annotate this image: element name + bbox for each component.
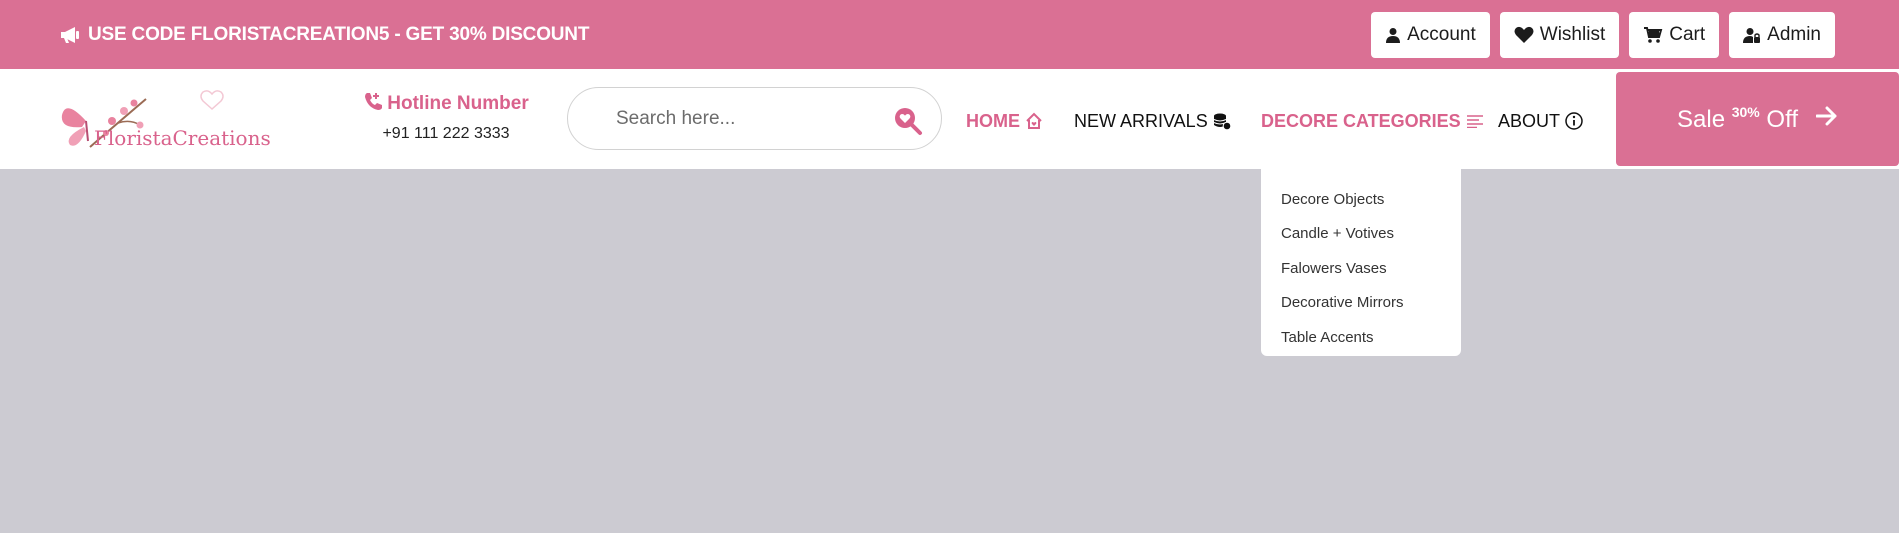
nav-about[interactable]: ABOUT <box>1498 109 1583 133</box>
info-icon <box>1565 112 1583 130</box>
megaphone-icon <box>60 26 82 44</box>
sale-button[interactable]: Sale 30% Off <box>1616 72 1899 166</box>
promo-bar: USE CODE FLORISTACREATION5 - GET 30% DIS… <box>0 0 1899 69</box>
home-icon <box>1025 112 1043 130</box>
cart-button[interactable]: Cart <box>1629 12 1720 58</box>
dropdown-item-decore-objects[interactable]: Decore Objects <box>1261 182 1461 217</box>
search-heart-icon <box>893 108 923 140</box>
admin-user-icon <box>1743 27 1761 44</box>
account-button[interactable]: Account <box>1371 12 1490 58</box>
hotline-number[interactable]: +91 111 222 3333 <box>362 125 530 143</box>
promo-text: USE CODE FLORISTACREATION5 - GET 30% DIS… <box>88 24 590 45</box>
search-bar <box>567 87 942 150</box>
decore-categories-dropdown: Decore Objects Candle + Votives Falowers… <box>1261 169 1461 356</box>
search-button[interactable] <box>893 106 923 136</box>
heart-icon <box>1514 26 1534 44</box>
dropdown-item-flowers-vases[interactable]: Falowers Vases <box>1261 251 1461 286</box>
hotline-block: Hotline Number +91 111 222 3333 <box>362 91 530 143</box>
arrow-right-icon <box>1815 105 1838 133</box>
nav-new-arrivals-label: NEW ARRIVALS <box>1074 110 1208 131</box>
account-label: Account <box>1407 24 1476 45</box>
cart-icon <box>1643 26 1663 44</box>
nav-home-label: HOME <box>966 110 1020 131</box>
phone-icon <box>363 91 383 117</box>
dropdown-item-table-accents[interactable]: Table Accents <box>1261 320 1461 355</box>
user-icon <box>1385 27 1401 43</box>
nav-about-label: ABOUT <box>1498 110 1561 131</box>
promo-banner: USE CODE FLORISTACREATION5 - GET 30% DIS… <box>60 23 589 47</box>
wishlist-button[interactable]: Wishlist <box>1499 12 1620 58</box>
sale-percent: 30% <box>1731 104 1760 120</box>
hotline-label: Hotline Number <box>387 93 529 114</box>
hotline-title: Hotline Number <box>362 91 530 117</box>
nav-decore-categories[interactable]: DECORE CATEGORIES <box>1261 109 1484 133</box>
dropdown-item-decorative-mirrors[interactable]: Decorative Mirrors <box>1261 286 1461 321</box>
admin-label: Admin <box>1767 24 1821 45</box>
site-logo[interactable]: FloristaCreations <box>60 81 288 157</box>
cart-label: Cart <box>1669 24 1706 45</box>
main-header: FloristaCreations Hotline Number +91 111… <box>0 69 1899 169</box>
menu-lines-icon <box>1466 114 1484 128</box>
coins-icon <box>1213 112 1231 130</box>
admin-button[interactable]: Admin <box>1729 12 1835 58</box>
sale-text: Sale 30% Off <box>1677 104 1798 134</box>
nav-new-arrivals[interactable]: NEW ARRIVALS <box>1074 109 1231 133</box>
top-actions: Account Wishlist Cart Admin <box>1371 12 1835 58</box>
sale-suffix: Off <box>1766 106 1798 133</box>
dropdown-item-candle-votives[interactable]: Candle + Votives <box>1261 217 1461 252</box>
sale-prefix: Sale <box>1677 106 1726 133</box>
nav-decore-categories-label: DECORE CATEGORIES <box>1261 110 1461 131</box>
search-input[interactable] <box>616 106 886 132</box>
nav-home[interactable]: HOME <box>966 109 1043 133</box>
svg-text:FloristaCreations: FloristaCreations <box>94 126 271 150</box>
wishlist-label: Wishlist <box>1539 24 1606 45</box>
